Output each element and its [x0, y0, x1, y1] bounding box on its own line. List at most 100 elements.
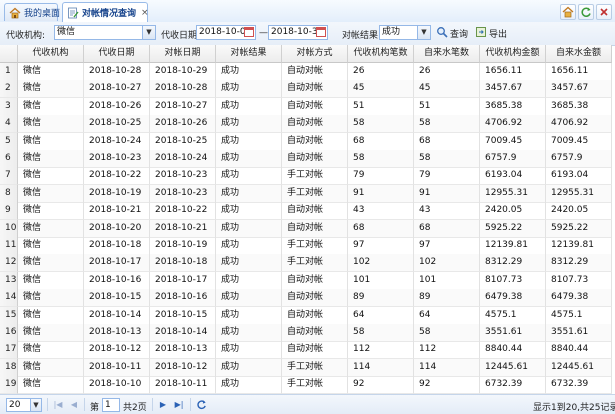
- home-icon[interactable]: [560, 4, 576, 20]
- table-cell: 12955.31: [480, 184, 546, 203]
- table-row[interactable]: 19 微信 2018-10-10 2018-10-11 成功 手工对帐 92 92 6732.3…: [0, 376, 615, 395]
- table-cell: 成功: [216, 254, 282, 273]
- column-header[interactable]: 对帐结果: [216, 45, 282, 63]
- column-header[interactable]: 代收机构笔数: [348, 45, 414, 63]
- table-row[interactable]: 18 微信 2018-10-11 2018-10-12 成功 手工对帐 114 114 1244…: [0, 358, 615, 377]
- table-cell: 51: [414, 97, 480, 116]
- row-number: 9: [0, 202, 18, 221]
- tab-reconciliation-query[interactable]: 对帐情况查询 ×: [62, 2, 149, 22]
- column-header[interactable]: 对帐日期: [150, 45, 216, 63]
- table-cell: 微信: [18, 150, 84, 168]
- table-cell: 2018-10-25: [84, 115, 150, 134]
- last-page-icon[interactable]: ▶|: [173, 398, 185, 411]
- column-header[interactable]: 自来水笔数: [414, 45, 480, 63]
- table-cell: 微信: [18, 376, 84, 395]
- table-cell: 成功: [216, 202, 282, 221]
- tab-label: 对帐情况查询: [82, 9, 137, 19]
- page-total: 共2页: [123, 403, 147, 413]
- table-cell: 3457.67: [546, 80, 612, 99]
- page-number-value: 1: [105, 400, 111, 410]
- row-number: 10: [0, 219, 18, 238]
- table-row[interactable]: 7 微信 2018-10-22 2018-10-23 成功 手工对帐 79 79 6193.04…: [0, 167, 615, 186]
- export-button[interactable]: 导出: [475, 26, 507, 40]
- table-cell: 91: [414, 184, 480, 203]
- date-to-input[interactable]: 2018-10-31: [268, 25, 328, 40]
- table-cell: 微信: [18, 306, 84, 325]
- table-row[interactable]: 8 微信 2018-10-19 2018-10-23 成功 手工对帐 91 91 12955.3…: [0, 184, 615, 203]
- page-size-select[interactable]: 20 ▼: [6, 398, 42, 412]
- table-cell: 成功: [216, 271, 282, 290]
- table-cell: 12955.31: [546, 184, 612, 203]
- refresh-icon[interactable]: [195, 398, 207, 411]
- table-cell: 2018-10-11: [84, 358, 150, 377]
- row-number: 16: [0, 324, 18, 342]
- column-header[interactable]: 代收机构: [18, 45, 84, 63]
- table-row[interactable]: 11 微信 2018-10-18 2018-10-19 成功 手工对帐 97 97 12139.…: [0, 237, 615, 255]
- table-cell: 112: [414, 341, 480, 360]
- tab-my-desktop[interactable]: 我的桌面: [4, 3, 60, 21]
- column-header[interactable]: 代收日期: [84, 45, 150, 63]
- table-row[interactable]: 15 微信 2018-10-14 2018-10-15 成功 自动对帐 64 64 4575.1…: [0, 306, 615, 325]
- table-row[interactable]: 14 微信 2018-10-15 2018-10-16 成功 自动对帐 89 89 6479.3…: [0, 289, 615, 308]
- table-cell: 3551.61: [480, 324, 546, 342]
- table-cell: 2420.05: [546, 202, 612, 221]
- table-cell: 1656.11: [480, 63, 546, 81]
- tab-close-icon[interactable]: ×: [141, 8, 149, 18]
- table-cell: 2018-10-25: [150, 132, 216, 151]
- table-cell: 自动对帐: [282, 306, 348, 325]
- search-button[interactable]: 查询: [436, 26, 468, 40]
- table-row[interactable]: 4 微信 2018-10-25 2018-10-26 成功 自动对帐 58 58 4706.92…: [0, 115, 615, 134]
- table-cell: 3551.61: [546, 324, 612, 342]
- page-number-input[interactable]: 1: [102, 398, 120, 412]
- result-value: 成功: [382, 27, 401, 37]
- table-row[interactable]: 6 微信 2018-10-23 2018-10-24 成功 自动对帐 58 58 6757.9 6…: [0, 150, 615, 168]
- table-row[interactable]: 13 微信 2018-10-16 2018-10-17 成功 自动对帐 101 101 8107…: [0, 271, 615, 290]
- table-cell: 成功: [216, 80, 282, 99]
- table-row[interactable]: 16 微信 2018-10-13 2018-10-14 成功 自动对帐 58 58 3551.6…: [0, 324, 615, 342]
- table-row[interactable]: 1 微信 2018-10-28 2018-10-29 成功 自动对帐 26 26 1656.11…: [0, 63, 615, 81]
- chevron-down-icon[interactable]: ▼: [30, 399, 41, 411]
- table-cell: 58: [414, 150, 480, 168]
- table-cell: 2018-10-16: [150, 289, 216, 308]
- table-row[interactable]: 9 微信 2018-10-21 2018-10-22 成功 自动对帐 43 43 2420.05…: [0, 202, 615, 221]
- calendar-icon[interactable]: [316, 27, 326, 37]
- table-cell: 自动对帐: [282, 150, 348, 168]
- row-number: 5: [0, 132, 18, 151]
- row-number: 7: [0, 167, 18, 186]
- first-page-icon[interactable]: |◀: [52, 398, 64, 411]
- column-header[interactable]: 自来水金额: [546, 45, 612, 63]
- divider: [190, 398, 191, 411]
- refresh-icon[interactable]: [578, 4, 594, 20]
- chevron-down-icon[interactable]: ▼: [417, 26, 430, 39]
- table-cell: 成功: [216, 115, 282, 134]
- close-icon[interactable]: [596, 4, 612, 20]
- row-number: 19: [0, 376, 18, 395]
- row-number: 14: [0, 289, 18, 308]
- table-row[interactable]: 10 微信 2018-10-20 2018-10-21 成功 自动对帐 68 68 5925.2…: [0, 219, 615, 238]
- table-row[interactable]: 3 微信 2018-10-26 2018-10-27 成功 自动对帐 51 51 3685.38…: [0, 97, 615, 116]
- date-from-input[interactable]: 2018-10-01: [196, 25, 256, 40]
- table-cell: 1656.11: [546, 63, 612, 81]
- table-cell: 自动对帐: [282, 341, 348, 360]
- table-row[interactable]: 5 微信 2018-10-24 2018-10-25 成功 自动对帐 68 68 7009.45…: [0, 132, 615, 151]
- table-cell: 2018-10-16: [84, 271, 150, 290]
- table-cell: 114: [414, 358, 480, 377]
- table-row[interactable]: 12 微信 2018-10-17 2018-10-18 成功 手工对帐 102 102 8312…: [0, 254, 615, 273]
- table-row[interactable]: 2 微信 2018-10-27 2018-10-28 成功 自动对帐 45 45 3457.67…: [0, 80, 615, 99]
- table-cell: 自动对帐: [282, 132, 348, 151]
- table-cell: 3685.38: [546, 97, 612, 116]
- calendar-icon[interactable]: [244, 27, 254, 37]
- chevron-down-icon[interactable]: ▼: [142, 26, 155, 39]
- table-row[interactable]: 17 微信 2018-10-12 2018-10-13 成功 自动对帐 112 112 8840…: [0, 341, 615, 360]
- table-cell: 自动对帐: [282, 97, 348, 116]
- agency-select[interactable]: 微信 ▼: [54, 25, 156, 40]
- table-cell: 成功: [216, 219, 282, 238]
- column-header[interactable]: 代收机构金额: [480, 45, 546, 63]
- prev-page-icon[interactable]: ◀: [68, 398, 80, 411]
- table-cell: 自动对帐: [282, 63, 348, 81]
- column-header[interactable]: 对帐方式: [282, 45, 348, 63]
- result-select[interactable]: 成功 ▼: [379, 25, 431, 40]
- next-page-icon[interactable]: ▶: [157, 398, 169, 411]
- table-cell: 64: [348, 306, 414, 325]
- table-cell: 58: [414, 324, 480, 342]
